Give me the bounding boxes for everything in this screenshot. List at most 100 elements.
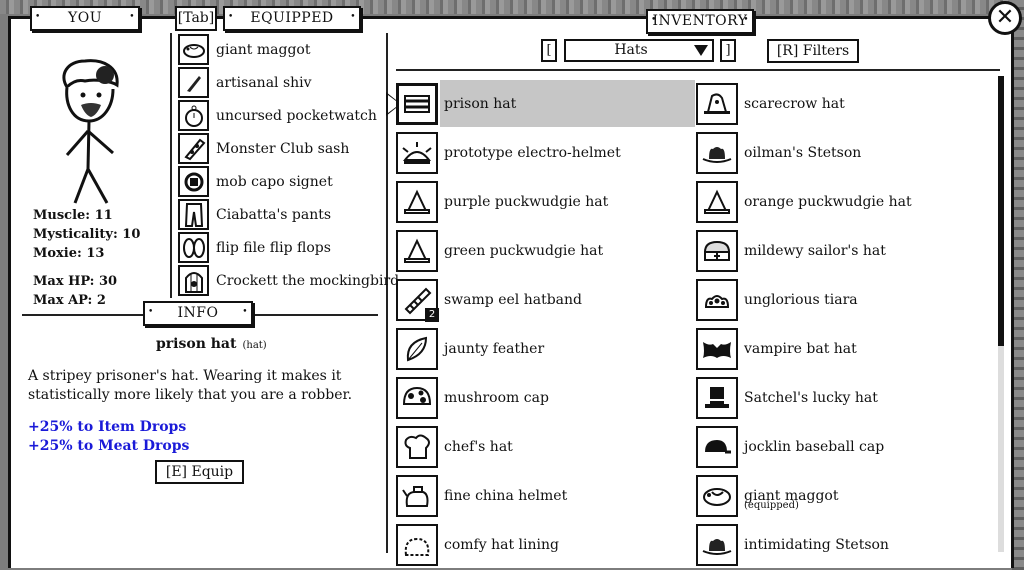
inventory-item[interactable]: jaunty feather [396, 325, 544, 372]
inventory-item[interactable]: purple puckwudgie hat [396, 178, 608, 225]
inventory-item-label: prison hat [444, 95, 517, 112]
teapot-icon [396, 474, 438, 517]
inventory-item[interactable]: mildewy sailor's hat [696, 227, 886, 274]
inventory-item[interactable]: jocklin baseball cap [696, 423, 884, 470]
equipped-slot[interactable]: Monster Club sash [178, 132, 378, 165]
maggot-icon [696, 474, 738, 517]
pants-icon [178, 199, 209, 230]
hatband-icon: 2 [396, 278, 439, 322]
inventory-item-label: orange puckwudgie hat [744, 193, 912, 210]
inventory-item-label: mildewy sailor's hat [744, 242, 886, 259]
equipped-slot[interactable]: uncursed pocketwatch [178, 99, 378, 132]
bat-hat-icon [696, 327, 738, 370]
inventory-item-label: jocklin baseball cap [744, 438, 885, 455]
chef-hat-icon [396, 425, 438, 468]
inventory-item[interactable]: 2 swamp eel hatband [396, 276, 582, 323]
equipped-label: uncursed pocketwatch [216, 107, 377, 124]
equipped-label: Ciabatta's pants [216, 206, 332, 223]
sash-icon [178, 133, 209, 164]
equipped-label: giant maggot [216, 41, 311, 58]
inventory-item[interactable]: mushroom cap [396, 374, 549, 421]
equipped-slot[interactable]: mob capo signet [178, 165, 378, 198]
hat-lining-icon [396, 523, 438, 566]
inventory-item[interactable]: vampire bat hat [696, 325, 857, 372]
baseball-cap-icon [696, 425, 738, 468]
equipped-label: Crockett the mockingbird [216, 272, 400, 289]
inventory-item[interactable]: unglorious tiara [696, 276, 858, 323]
inventory-item[interactable]: orange puckwudgie hat [696, 178, 912, 225]
inventory-item-label: vampire bat hat [744, 340, 857, 357]
inventory-item[interactable]: scarecrow hat [696, 80, 845, 127]
top-hat-icon [696, 376, 738, 419]
inventory-item-label: fine china helmet [444, 487, 568, 504]
category-dropdown[interactable]: Hats [564, 39, 714, 62]
stat-moxie: Moxie: 13 [33, 246, 105, 261]
stetson-icon [696, 131, 738, 174]
birdcage-icon [178, 265, 209, 296]
inventory-item[interactable]: giant maggot (equipped) [696, 472, 838, 519]
tiara-icon [696, 278, 738, 321]
stat-max-ap: Max AP: 2 [33, 293, 106, 308]
inventory-header-divider [396, 69, 1000, 71]
inventory-item-label: purple puckwudgie hat [444, 193, 609, 210]
inventory-item[interactable]: chef's hat [396, 423, 513, 470]
background-top [0, 0, 1024, 14]
inventory-item-label: green puckwudgie hat [444, 242, 604, 259]
bonus-meat-drops: +25% to Meat Drops [28, 438, 190, 454]
inventory-item[interactable]: Satchel's lucky hat [696, 374, 878, 421]
inventory-item[interactable]: intimidating Stetson [696, 521, 889, 568]
tab-you[interactable]: YOU [30, 6, 140, 31]
info-item-name: prison hat [156, 336, 237, 352]
inventory-item[interactable]: fine china helmet [396, 472, 567, 519]
inventory-item-label: unglorious tiara [744, 291, 858, 308]
signet-icon [178, 166, 209, 197]
sailor-hat-icon [696, 229, 738, 272]
stat-max-hp: Max HP: 30 [33, 274, 118, 289]
puckwudgie-hat-icon [396, 180, 438, 223]
electro-helmet-icon [396, 131, 438, 174]
tab-key-hint[interactable]: [Tab] [175, 6, 217, 31]
equipped-label: artisanal shiv [216, 74, 312, 91]
equipped-slot[interactable]: Crockett the mockingbird [178, 264, 399, 297]
shiv-icon [178, 67, 209, 98]
prev-category-button[interactable]: [ [541, 39, 557, 62]
inventory-item-label: prototype electro-helmet [444, 144, 621, 161]
tab-equipped[interactable]: EQUIPPED [223, 6, 361, 31]
inventory-item-label: jaunty feather [444, 340, 545, 357]
inventory-item[interactable]: prison hat [396, 80, 516, 127]
tab-inventory[interactable]: INVENTORY [646, 9, 754, 34]
category-value: Hats [614, 42, 648, 58]
inventory-item[interactable]: green puckwudgie hat [396, 227, 603, 274]
filters-button[interactable]: [R] Filters [767, 39, 859, 63]
stat-mysticality: Mysticality: 10 [33, 227, 141, 242]
item-count-badge: 2 [425, 307, 439, 322]
equipped-label: mob capo signet [216, 173, 333, 190]
equipped-slot[interactable]: giant maggot [178, 33, 378, 66]
inventory-item-label: comfy hat lining [444, 536, 559, 553]
inventory-scrollbar-thumb[interactable] [998, 76, 1004, 346]
equipped-slot[interactable]: artisanal shiv [178, 66, 378, 99]
flipflops-icon [178, 232, 209, 263]
info-item-title: prison hat (hat) [156, 336, 267, 352]
info-description: A stripey prisoner's hat. Wearing it mak… [28, 368, 353, 403]
inventory-item-label: mushroom cap [444, 389, 549, 406]
pocketwatch-icon [178, 100, 209, 131]
bonus-item-drops: +25% to Item Drops [28, 419, 187, 435]
character-stats: Muscle: 11 Mysticality: 10 Moxie: 13 Max… [33, 206, 140, 310]
inventory-item-label: swamp eel hatband [444, 291, 582, 308]
equipped-list: giant maggot artisanal shiv uncursed poc… [178, 33, 399, 297]
inventory-item-label: intimidating Stetson [744, 536, 889, 553]
prison-hat-icon [396, 82, 438, 125]
inventory-item-label: chef's hat [444, 438, 513, 455]
close-icon: ✕ [995, 5, 1015, 30]
inventory-item[interactable]: comfy hat lining [396, 521, 559, 568]
chevron-down-icon [694, 45, 708, 56]
character-avatar [55, 57, 125, 207]
close-button[interactable]: ✕ [988, 1, 1022, 35]
inventory-item[interactable]: prototype electro-helmet [396, 129, 621, 176]
equipped-slot[interactable]: Ciabatta's pants [178, 198, 378, 231]
inventory-item[interactable]: oilman's Stetson [696, 129, 861, 176]
equip-button[interactable]: [E] Equip [155, 460, 244, 484]
next-category-button[interactable]: ] [720, 39, 736, 62]
equipped-slot[interactable]: flip file flip flops [178, 231, 378, 264]
